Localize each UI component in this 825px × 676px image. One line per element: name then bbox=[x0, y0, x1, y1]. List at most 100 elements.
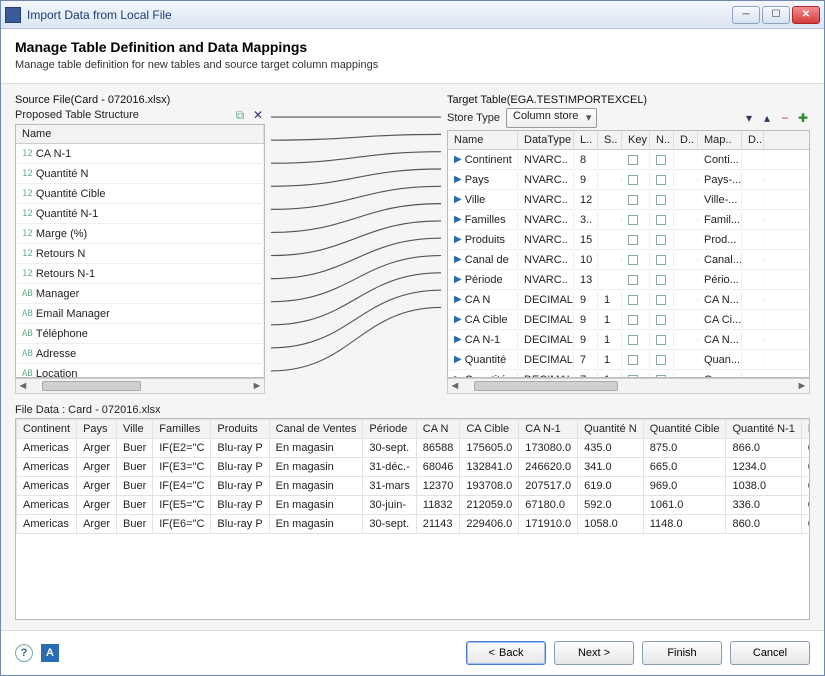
target-header[interactable]: Name bbox=[448, 131, 518, 149]
key-checkbox[interactable] bbox=[628, 195, 638, 205]
target-header[interactable]: S.. bbox=[598, 131, 622, 149]
key-checkbox[interactable] bbox=[628, 355, 638, 365]
target-header[interactable]: Key bbox=[622, 131, 650, 149]
source-row[interactable]: 12Retours N bbox=[16, 244, 264, 264]
close-button[interactable] bbox=[792, 6, 820, 24]
source-row[interactable]: 12Retours N-1 bbox=[16, 264, 264, 284]
target-header[interactable]: L.. bbox=[574, 131, 598, 149]
filedata-header[interactable]: M bbox=[801, 420, 810, 439]
file-data-grid[interactable]: ContinentPaysVilleFamillesProduitsCanal … bbox=[15, 418, 810, 620]
filedata-header[interactable]: Produits bbox=[211, 420, 269, 439]
filedata-header[interactable]: CA N-1 bbox=[519, 420, 578, 439]
n-checkbox[interactable] bbox=[656, 155, 666, 165]
n-checkbox[interactable] bbox=[656, 275, 666, 285]
filedata-header[interactable]: Quantité N bbox=[578, 420, 644, 439]
key-checkbox[interactable] bbox=[628, 295, 638, 305]
filedata-header[interactable]: Continent bbox=[17, 420, 77, 439]
filedata-header[interactable]: Période bbox=[363, 420, 416, 439]
key-checkbox[interactable] bbox=[628, 335, 638, 345]
n-checkbox[interactable] bbox=[656, 335, 666, 345]
filedata-header[interactable]: Quantité N-1 bbox=[726, 420, 801, 439]
n-checkbox[interactable] bbox=[656, 315, 666, 325]
target-list[interactable]: NameDataTypeL..S..KeyN..D..Map..D..▶Cont… bbox=[447, 130, 810, 378]
cancel-button[interactable]: Cancel bbox=[730, 641, 810, 665]
key-checkbox[interactable] bbox=[628, 175, 638, 185]
window-buttons bbox=[732, 6, 820, 24]
filedata-header[interactable]: Familles bbox=[153, 420, 211, 439]
filedata-row[interactable]: AmericasArgerBuerIF(E3="CBlu-ray PEn mag… bbox=[17, 458, 811, 477]
key-checkbox[interactable] bbox=[628, 215, 638, 225]
structure-tree-icon[interactable]: ⧉ bbox=[233, 108, 247, 122]
source-subtitle: Proposed Table Structure bbox=[15, 109, 139, 121]
structure-clear-icon[interactable]: ✕ bbox=[251, 108, 265, 122]
source-row[interactable]: ABEmail Manager bbox=[16, 304, 264, 324]
minimize-button[interactable] bbox=[732, 6, 760, 24]
target-row[interactable]: ▶PaysNVARC..9Pays-... bbox=[448, 170, 809, 190]
key-checkbox[interactable] bbox=[628, 315, 638, 325]
target-row[interactable]: ▶CA NDECIMAL91CA N... bbox=[448, 290, 809, 310]
n-checkbox[interactable] bbox=[656, 255, 666, 265]
key-checkbox[interactable] bbox=[628, 255, 638, 265]
n-checkbox[interactable] bbox=[656, 295, 666, 305]
source-row[interactable]: 12Quantité N bbox=[16, 164, 264, 184]
filedata-row[interactable]: AmericasArgerBuerIF(E2="CBlu-ray PEn mag… bbox=[17, 439, 811, 458]
target-row[interactable]: ▶PériodeNVARC..13Pério... bbox=[448, 270, 809, 290]
body: Source File(Card - 072016.xlsx) Proposed… bbox=[1, 84, 824, 630]
filedata-header[interactable]: Canal de Ventes bbox=[269, 420, 363, 439]
n-checkbox[interactable] bbox=[656, 215, 666, 225]
target-hscroll[interactable]: ◄► bbox=[447, 378, 810, 394]
target-header[interactable]: Map.. bbox=[698, 131, 742, 149]
key-checkbox[interactable] bbox=[628, 155, 638, 165]
next-button[interactable]: Next > bbox=[554, 641, 634, 665]
n-checkbox[interactable] bbox=[656, 195, 666, 205]
filedata-row[interactable]: AmericasArgerBuerIF(E5="CBlu-ray PEn mag… bbox=[17, 496, 811, 515]
source-row[interactable]: 12Quantité Cible bbox=[16, 184, 264, 204]
key-checkbox[interactable] bbox=[628, 275, 638, 285]
target-header[interactable]: DataType bbox=[518, 131, 574, 149]
maximize-button[interactable] bbox=[762, 6, 790, 24]
target-row[interactable]: ▶ContinentNVARC..8Conti... bbox=[448, 150, 809, 170]
target-row[interactable]: ▶FamillesNVARC..3..Famil... bbox=[448, 210, 809, 230]
filedata-header[interactable]: Quantité Cible bbox=[643, 420, 726, 439]
source-list[interactable]: Name 12CA N-112Quantité N12Quantité Cibl… bbox=[15, 124, 265, 378]
filedata-row[interactable]: AmericasArgerBuerIF(E6="CBlu-ray PEn mag… bbox=[17, 515, 811, 534]
target-row[interactable]: ▶CA N-1DECIMAL91CA N... bbox=[448, 330, 809, 350]
target-row[interactable]: ▶CA CibleDECIMAL91CA Ci... bbox=[448, 310, 809, 330]
filedata-header[interactable]: CA N bbox=[416, 420, 460, 439]
key-checkbox[interactable] bbox=[628, 235, 638, 245]
source-row[interactable]: ABLocation bbox=[16, 364, 264, 378]
remove-column-icon[interactable]: − bbox=[778, 111, 792, 125]
target-row[interactable]: ▶VilleNVARC..12Ville-... bbox=[448, 190, 809, 210]
n-checkbox[interactable] bbox=[656, 235, 666, 245]
target-row[interactable]: ▶Canal deNVARC..10Canal... bbox=[448, 250, 809, 270]
source-row[interactable]: 12Marge (%) bbox=[16, 224, 264, 244]
assist-icon[interactable]: A bbox=[41, 644, 59, 662]
back-button[interactable]: < Back bbox=[466, 641, 546, 665]
move-up-icon[interactable]: ▴ bbox=[760, 111, 774, 125]
target-header[interactable]: D.. bbox=[742, 131, 764, 149]
n-checkbox[interactable] bbox=[656, 175, 666, 185]
titlebar[interactable]: Import Data from Local File bbox=[1, 1, 824, 29]
source-row[interactable]: 12Quantité N-1 bbox=[16, 204, 264, 224]
target-header[interactable]: D.. bbox=[674, 131, 698, 149]
source-row[interactable]: ABAdresse bbox=[16, 344, 264, 364]
target-store-row: Store Type Column store ▾ ▴ − ✚ bbox=[447, 108, 810, 128]
help-icon[interactable]: ? bbox=[15, 644, 33, 662]
source-row[interactable]: ABTéléphone bbox=[16, 324, 264, 344]
target-row[interactable]: ▶QuantitéDECIMAL71Quan... bbox=[448, 370, 809, 378]
add-column-icon[interactable]: ✚ bbox=[796, 111, 810, 125]
target-row[interactable]: ▶QuantitéDECIMAL71Quan... bbox=[448, 350, 809, 370]
target-header[interactable]: N.. bbox=[650, 131, 674, 149]
source-hscroll[interactable]: ◄► bbox=[15, 378, 265, 394]
target-row[interactable]: ▶ProduitsNVARC..15Prod... bbox=[448, 230, 809, 250]
store-type-select[interactable]: Column store bbox=[506, 108, 597, 128]
filedata-row[interactable]: AmericasArgerBuerIF(E4="CBlu-ray PEn mag… bbox=[17, 477, 811, 496]
n-checkbox[interactable] bbox=[656, 355, 666, 365]
finish-button[interactable]: Finish bbox=[642, 641, 722, 665]
filedata-header[interactable]: Ville bbox=[117, 420, 153, 439]
move-down-icon[interactable]: ▾ bbox=[742, 111, 756, 125]
source-row[interactable]: ABManager bbox=[16, 284, 264, 304]
source-row[interactable]: 12CA N-1 bbox=[16, 144, 264, 164]
filedata-header[interactable]: CA Cible bbox=[460, 420, 519, 439]
filedata-header[interactable]: Pays bbox=[77, 420, 117, 439]
